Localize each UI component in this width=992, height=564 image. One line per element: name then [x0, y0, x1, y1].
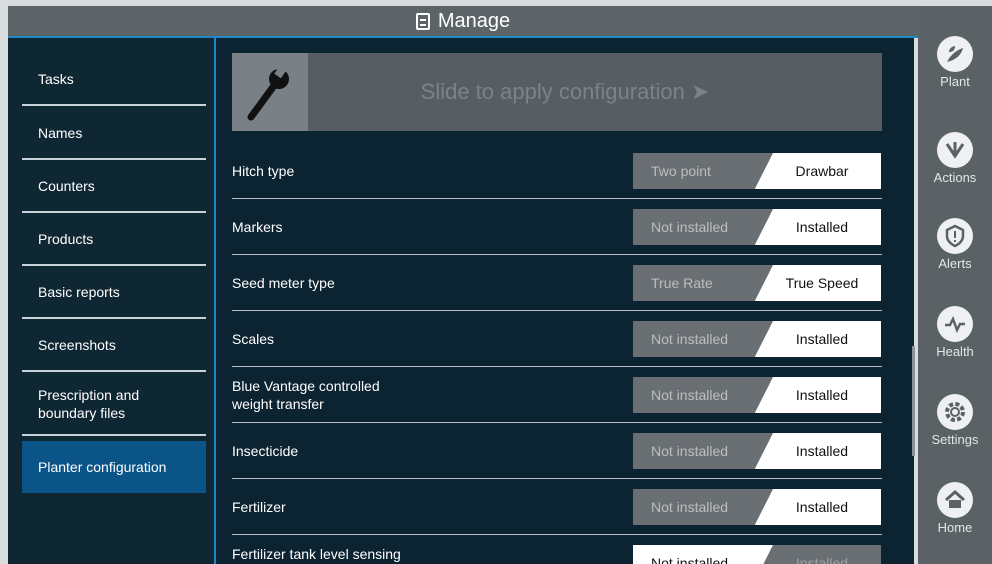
- home-icon: [937, 482, 973, 518]
- setting-label: Hitch type: [232, 163, 295, 179]
- setting-row-fertilizer-tank-level: Fertilizer tank level sensing Not instal…: [232, 535, 882, 564]
- nav-item-counters[interactable]: Counters: [22, 161, 206, 213]
- markers-toggle[interactable]: Not installed Installed: [633, 209, 881, 245]
- setting-label: Seed meter type: [232, 275, 335, 291]
- setting-row-weight-transfer: Blue Vantage controlled weight transfer …: [232, 367, 882, 423]
- toggle-option-right[interactable]: Installed: [763, 545, 881, 564]
- toggle-option-right[interactable]: True Speed: [763, 265, 881, 301]
- rail-button-settings[interactable]: Settings: [918, 394, 992, 447]
- nav-item-label: Counters: [38, 178, 95, 194]
- toggle-option-right[interactable]: Installed: [763, 321, 881, 357]
- right-rail: Plant Actions Alerts Health Settings Hom…: [918, 6, 992, 564]
- setting-row-markers: Markers Not installed Installed: [232, 199, 882, 255]
- health-pulse-icon: [937, 306, 973, 342]
- seed-meter-type-toggle[interactable]: True Rate True Speed: [633, 265, 881, 301]
- setting-label: Fertilizer: [232, 499, 286, 515]
- plant-icon: [937, 36, 973, 72]
- toggle-option-left[interactable]: Not installed: [633, 489, 773, 525]
- toggle-option-left[interactable]: Not installed: [633, 377, 773, 413]
- toggle-option-right[interactable]: Installed: [763, 209, 881, 245]
- slider-text: Slide to apply configuration ➤: [420, 79, 710, 104]
- apply-configuration-slider[interactable]: Slide to apply configuration ➤: [232, 53, 882, 131]
- wrench-icon[interactable]: [232, 53, 308, 131]
- rail-label: Home: [937, 520, 973, 535]
- toggle-option-right[interactable]: Installed: [763, 433, 881, 469]
- toggle-option-left[interactable]: Not installed: [633, 321, 773, 357]
- toggle-option-right[interactable]: Installed: [763, 489, 881, 525]
- setting-label: Insecticide: [232, 443, 299, 459]
- left-nav: Tasks Names Counters Products Basic repo…: [8, 38, 214, 564]
- alert-shield-icon: [937, 218, 973, 254]
- setting-row-seed-meter-type: Seed meter type True Rate True Speed: [232, 255, 882, 311]
- nav-item-label: Products: [38, 231, 94, 247]
- rail-label: Health: [936, 344, 974, 359]
- scales-toggle[interactable]: Not installed Installed: [633, 321, 881, 357]
- toggle-option-left[interactable]: Two point: [633, 153, 773, 189]
- setting-row-hitch-type: Hitch type Two point Drawbar: [232, 143, 882, 199]
- nav-item-planter-configuration[interactable]: Planter configuration: [22, 441, 206, 493]
- nav-item-label: Planter configuration: [38, 459, 167, 475]
- nav-item-label: Basic reports: [38, 284, 120, 300]
- nav-item-label: Screenshots: [38, 337, 116, 353]
- rail-button-home[interactable]: Home: [918, 482, 992, 535]
- rail-button-plant[interactable]: Plant: [918, 36, 992, 89]
- nav-item-basic-reports[interactable]: Basic reports: [22, 267, 206, 319]
- setting-label: Blue Vantage controlled weight transfer: [232, 378, 380, 412]
- insecticide-toggle[interactable]: Not installed Installed: [633, 433, 881, 469]
- weight-transfer-toggle[interactable]: Not installed Installed: [633, 377, 881, 413]
- hitch-type-toggle[interactable]: Two point Drawbar: [633, 153, 881, 189]
- nav-item-screenshots[interactable]: Screenshots: [22, 320, 206, 372]
- setting-row-fertilizer: Fertilizer Not installed Installed: [232, 479, 882, 535]
- setting-label: Scales: [232, 331, 275, 347]
- nav-item-label: Names: [38, 125, 83, 141]
- toggle-option-left[interactable]: Not installed: [633, 209, 773, 245]
- rail-button-health[interactable]: Health: [918, 306, 992, 359]
- rail-label: Actions: [933, 170, 977, 185]
- toggle-option-left[interactable]: Not installed: [633, 433, 773, 469]
- setting-label: Markers: [232, 219, 283, 235]
- rail-label: Alerts: [938, 256, 972, 271]
- scrollbar-thumb[interactable]: [912, 346, 915, 456]
- main-panel: Slide to apply configuration ➤ Hitch typ…: [214, 38, 914, 564]
- toggle-option-left[interactable]: True Rate: [633, 265, 773, 301]
- fertilizer-toggle[interactable]: Not installed Installed: [633, 489, 881, 525]
- nav-item-names[interactable]: Names: [22, 108, 206, 160]
- toggle-option-right[interactable]: Drawbar: [763, 153, 881, 189]
- toggle-option-right[interactable]: Installed: [763, 377, 881, 413]
- document-icon: [415, 12, 430, 30]
- rail-button-alerts[interactable]: Alerts: [918, 218, 992, 271]
- app-frame: Manage Tasks Names Counters Products Bas…: [0, 0, 992, 564]
- toggle-option-left[interactable]: Not installed: [633, 545, 773, 564]
- gear-icon: [937, 394, 973, 430]
- nav-item-label: Tasks: [38, 71, 74, 87]
- rail-button-actions[interactable]: Actions: [918, 132, 992, 185]
- title-bar: Manage: [8, 6, 918, 38]
- page-title: Manage: [437, 9, 511, 32]
- nav-item-tasks[interactable]: Tasks: [22, 54, 206, 106]
- setting-label: Fertilizer tank level sensing: [232, 546, 401, 562]
- fertilizer-tank-level-toggle[interactable]: Not installed Installed: [633, 545, 881, 564]
- actions-icon: [937, 132, 973, 168]
- setting-row-insecticide: Insecticide Not installed Installed: [232, 423, 882, 479]
- setting-row-scales: Scales Not installed Installed: [232, 311, 882, 367]
- nav-item-prescription-boundary[interactable]: Prescription and boundary files: [22, 374, 206, 436]
- nav-item-products[interactable]: Products: [22, 214, 206, 266]
- rail-label: Settings: [931, 432, 979, 447]
- rail-label: Plant: [940, 74, 970, 89]
- nav-item-label: Prescription and boundary files: [38, 387, 140, 421]
